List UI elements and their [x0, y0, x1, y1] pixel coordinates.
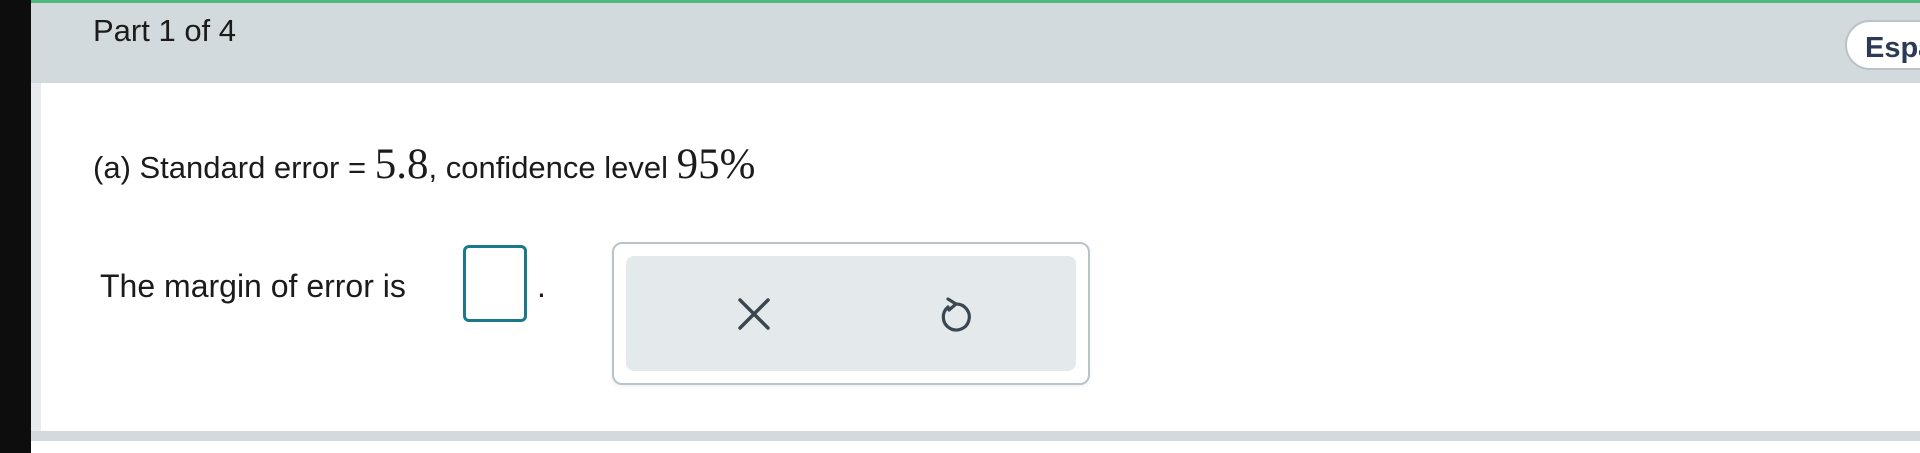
bottom-strip — [31, 441, 1920, 453]
undo-icon — [941, 297, 971, 332]
espanol-button[interactable]: Español — [1845, 20, 1920, 70]
content-left-divider — [31, 83, 41, 431]
question-prefix: (a) Standard error — [93, 150, 340, 185]
x-icon — [738, 298, 770, 330]
left-edge-bar — [0, 0, 31, 453]
answer-period: . — [537, 268, 546, 304]
part-header: Part 1 of 4 — [31, 3, 1920, 83]
question-text: (a) Standard error = 5.8, confidence lev… — [93, 140, 755, 189]
part-label: Part 1 of 4 — [93, 13, 237, 48]
bottom-divider-bar — [31, 431, 1920, 441]
toolbar-panel — [626, 256, 1076, 371]
standard-error-value: 5.8 — [374, 141, 429, 188]
question-middle: , confidence level — [428, 150, 677, 185]
answer-prompt: The margin of error is — [100, 268, 406, 304]
undo-button[interactable] — [928, 286, 984, 342]
equals-sign: = — [339, 150, 375, 185]
answer-toolbar — [612, 242, 1090, 385]
margin-of-error-input[interactable] — [463, 245, 527, 322]
clear-button[interactable] — [726, 286, 782, 342]
confidence-level-value: 95% — [676, 141, 756, 188]
